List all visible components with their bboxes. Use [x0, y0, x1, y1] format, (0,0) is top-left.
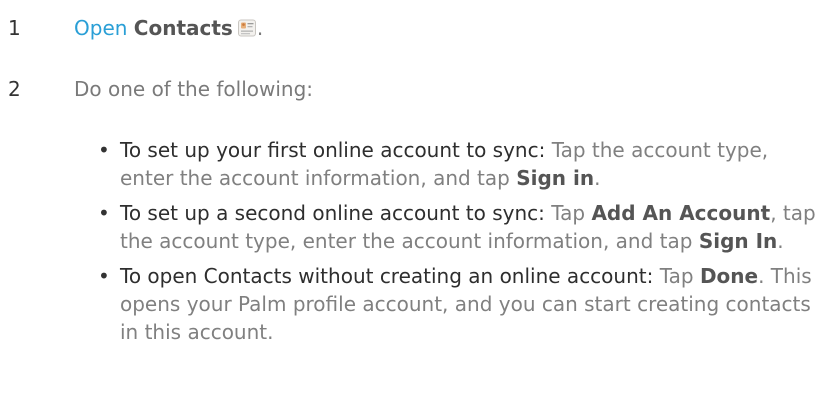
step-text: Do one of the following:: [74, 77, 314, 101]
list-item: • To open Contacts without creating an o…: [96, 262, 823, 346]
step-number: 2: [8, 77, 21, 101]
sign-in-label: Sign In: [698, 229, 778, 253]
bullet-icon: •: [98, 201, 110, 225]
list-item: • To set up a second online account to s…: [96, 199, 823, 255]
option-text: Tap: [653, 264, 700, 288]
option-lead: To set up a second online account to syn…: [120, 201, 545, 225]
option-text: Tap: [544, 201, 592, 225]
end-punctuation: .: [256, 16, 264, 40]
bullet-icon: •: [98, 138, 110, 162]
contacts-icon: [237, 18, 257, 38]
step-text: Open Contacts .: [74, 14, 263, 42]
add-an-account-label: Add An Account: [591, 201, 771, 225]
bullet-icon: •: [98, 264, 110, 288]
contacts-app-name: Contacts: [133, 16, 233, 40]
sign-in-label: Sign in: [516, 166, 595, 190]
step-number: 1: [8, 16, 21, 40]
option-lead: To set up your first online account to s…: [120, 138, 546, 162]
option-lead: To open Contacts without creating an onl…: [120, 264, 654, 288]
options-list: • To set up your first online account to…: [96, 136, 823, 353]
list-item: • To set up your first online account to…: [96, 136, 823, 192]
done-label: Done: [699, 264, 759, 288]
option-text: .: [777, 229, 784, 253]
open-link[interactable]: Open: [74, 16, 127, 40]
option-text: .: [594, 166, 601, 190]
